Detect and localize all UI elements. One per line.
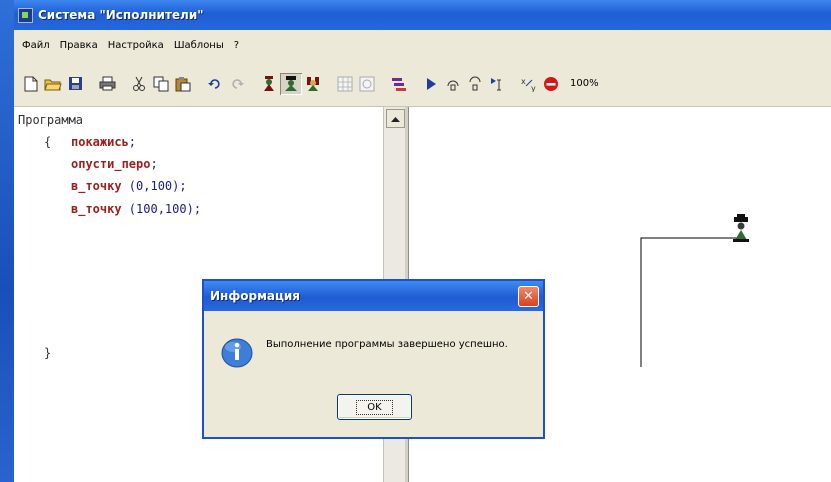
open-folder-icon[interactable] <box>42 73 64 95</box>
step-over-icon[interactable] <box>464 73 486 95</box>
performer-selected-icon[interactable] <box>280 72 302 95</box>
info-icon <box>221 338 253 368</box>
ok-button[interactable]: OK <box>337 394 412 420</box>
svg-text:x: x <box>521 77 526 86</box>
menu-help[interactable]: ? <box>232 38 241 53</box>
svg-text:y: y <box>531 84 536 92</box>
undo-icon[interactable] <box>204 73 226 95</box>
scroll-up-arrow-icon[interactable] <box>386 109 405 128</box>
code-keyword: опусти_перо <box>71 157 151 171</box>
zoom-level[interactable]: 100% <box>570 78 599 89</box>
open-brace: { <box>44 135 52 149</box>
step-list-icon[interactable] <box>388 73 410 95</box>
paste-icon[interactable] <box>172 73 194 95</box>
program-label: Программа <box>18 113 84 127</box>
code-keyword: в_точку <box>71 202 122 216</box>
toolbar: xy 100% <box>14 61 831 107</box>
copy-icon[interactable] <box>150 73 172 95</box>
code-line-3: в_точку (0,100); <box>71 179 187 193</box>
menu-file[interactable]: Файл <box>20 38 52 53</box>
code-keyword: покажись <box>71 135 129 149</box>
grid-icon <box>334 73 356 95</box>
code-keyword: в_точку <box>71 179 122 193</box>
info-dialog: Информация ✕ Выполнение программы заверш… <box>202 279 545 439</box>
code-line-1: покажись; <box>71 135 136 149</box>
dialog-message: Выполнение программы завершено успешно. <box>266 339 508 350</box>
code-args: (100,100); <box>121 202 202 216</box>
dialog-title: Информация <box>210 289 300 303</box>
dialog-titlebar[interactable]: Информация <box>204 281 543 311</box>
app-icon <box>18 7 33 23</box>
left-desktop-edge <box>0 0 14 482</box>
new-file-icon[interactable] <box>20 73 42 95</box>
menu-settings[interactable]: Настройка <box>106 38 166 53</box>
cut-icon[interactable] <box>128 73 150 95</box>
performer-icon[interactable] <box>258 73 280 95</box>
close-icon[interactable]: ✕ <box>518 286 539 307</box>
code-args: ; <box>128 135 137 149</box>
menu-edit[interactable]: Правка <box>58 38 100 53</box>
menu-bar: Файл Правка Настройка Шаблоны ? <box>14 30 831 61</box>
refresh-icon <box>356 73 378 95</box>
code-line-2: опусти_перо; <box>71 157 158 171</box>
close-brace: } <box>44 346 52 360</box>
window-title: Система "Исполнители" <box>38 8 204 22</box>
print-icon[interactable] <box>96 73 118 95</box>
code-args: (0,100); <box>121 179 187 193</box>
run-icon[interactable] <box>420 73 442 95</box>
drawn-path <box>640 237 741 367</box>
code-args: ; <box>150 157 158 171</box>
save-icon[interactable] <box>64 73 86 95</box>
redo-icon <box>226 73 248 95</box>
run-to-cursor-icon[interactable] <box>486 73 508 95</box>
stop-icon[interactable] <box>540 73 562 95</box>
window-titlebar[interactable]: Система "Исполнители" <box>14 0 831 30</box>
ok-button-label: OK <box>356 399 393 415</box>
trace-icon[interactable]: xy <box>518 73 540 95</box>
code-line-4: в_точку (100,100); <box>71 202 201 216</box>
step-into-icon[interactable] <box>442 73 464 95</box>
menu-templates[interactable]: Шаблоны <box>172 38 226 53</box>
performer-alt-icon[interactable] <box>302 73 324 95</box>
